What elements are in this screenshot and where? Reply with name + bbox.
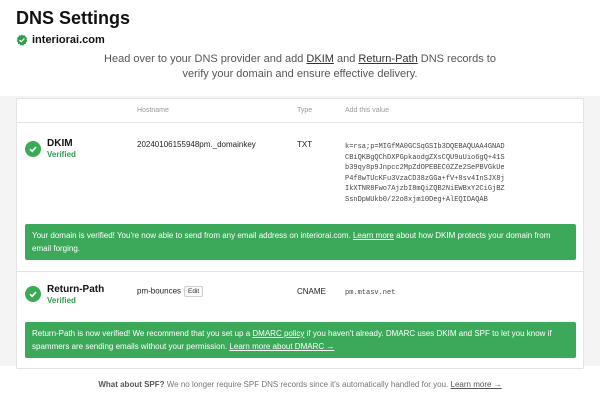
- learn-more-dkim-link[interactable]: Learn more: [353, 231, 394, 240]
- spf-note-title: What about SPF?: [98, 380, 165, 389]
- record-type: CNAME: [297, 287, 326, 296]
- table-header: Hostname Type Add this value: [17, 99, 583, 123]
- learn-more-dmarc-link[interactable]: Learn more about DMARC →: [229, 342, 334, 351]
- header-type: Type: [297, 107, 313, 114]
- banner-text: Your domain is verified! You're now able…: [32, 231, 353, 240]
- spf-note-text: We no longer require SPF DNS records sin…: [164, 380, 451, 389]
- record-hostname: pm-bounces Edit: [137, 286, 204, 297]
- record-value[interactable]: k=rsa;p=MIGfMA0GCSqGSIb3DQEBAQUAA4GNAD C…: [345, 142, 505, 205]
- check-icon: [25, 141, 41, 157]
- banner-text: Return-Path is now verified! We recommen…: [32, 329, 253, 338]
- table-row-dkim: DKIM Verified 20240106155948pm._domainke…: [17, 123, 583, 215]
- record-type: TXT: [297, 140, 313, 149]
- domain-row: interiorai.com: [16, 34, 105, 46]
- return-path-verified-banner: Return-Path is now verified! We recommen…: [25, 322, 576, 358]
- return-path-link[interactable]: Return-Path: [358, 53, 417, 65]
- check-icon: [25, 286, 41, 302]
- record-name: DKIM: [47, 138, 73, 149]
- intro-text: Head over to your DNS provider and add D…: [100, 52, 500, 82]
- learn-more-spf-link[interactable]: Learn more →: [451, 380, 502, 389]
- record-status: Verified: [47, 296, 76, 305]
- hostname-text[interactable]: pm-bounces: [137, 287, 181, 296]
- record-value[interactable]: pm.mtasv.net: [345, 288, 395, 299]
- record-name: Return-Path: [47, 284, 105, 295]
- dmarc-policy-link[interactable]: DMARC policy: [252, 329, 304, 338]
- spf-note: What about SPF? We no longer require SPF…: [0, 380, 600, 389]
- dkim-verified-banner: Your domain is verified! You're now able…: [25, 224, 576, 260]
- record-status: Verified: [47, 150, 76, 159]
- intro-text-before: Head over to your DNS provider and add: [104, 53, 307, 65]
- intro-and: and: [333, 53, 359, 65]
- header-hostname: Hostname: [137, 107, 169, 114]
- dns-records-table: Hostname Type Add this value DKIM Verifi…: [16, 98, 584, 369]
- verified-badge-icon: [16, 34, 28, 46]
- edit-button[interactable]: Edit: [184, 286, 204, 297]
- page-title: DNS Settings: [16, 8, 131, 28]
- table-row-return-path: Return-Path Verified pm-bounces Edit CNAM…: [17, 272, 583, 312]
- header-value: Add this value: [345, 107, 389, 114]
- record-hostname[interactable]: 20240106155948pm._domainkey: [137, 140, 256, 149]
- dkim-link[interactable]: DKIM: [306, 53, 334, 65]
- domain-name: interiorai.com: [32, 34, 105, 46]
